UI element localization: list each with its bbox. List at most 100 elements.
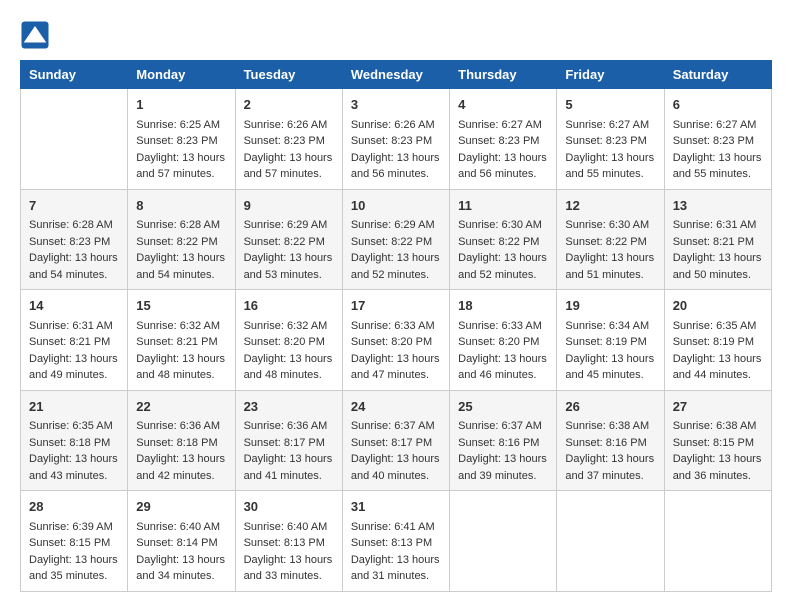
day-number: 20 bbox=[673, 296, 763, 316]
day-info: Sunset: 8:21 PM bbox=[673, 234, 763, 251]
calendar-cell: 27Sunrise: 6:38 AMSunset: 8:15 PMDayligh… bbox=[664, 390, 771, 491]
day-info: Sunset: 8:23 PM bbox=[244, 133, 334, 150]
day-info: Sunset: 8:22 PM bbox=[458, 234, 548, 251]
week-row-3: 14Sunrise: 6:31 AMSunset: 8:21 PMDayligh… bbox=[21, 290, 772, 391]
day-info: Sunrise: 6:31 AM bbox=[29, 318, 119, 335]
day-info: and 45 minutes. bbox=[565, 367, 655, 384]
day-info: and 31 minutes. bbox=[351, 568, 441, 585]
day-info: Sunrise: 6:29 AM bbox=[351, 217, 441, 234]
day-number: 27 bbox=[673, 397, 763, 417]
calendar-cell: 2Sunrise: 6:26 AMSunset: 8:23 PMDaylight… bbox=[235, 89, 342, 190]
header-cell-tuesday: Tuesday bbox=[235, 61, 342, 89]
calendar-cell: 16Sunrise: 6:32 AMSunset: 8:20 PMDayligh… bbox=[235, 290, 342, 391]
logo bbox=[20, 20, 54, 50]
calendar-cell: 12Sunrise: 6:30 AMSunset: 8:22 PMDayligh… bbox=[557, 189, 664, 290]
day-info: Sunset: 8:20 PM bbox=[351, 334, 441, 351]
calendar-cell: 20Sunrise: 6:35 AMSunset: 8:19 PMDayligh… bbox=[664, 290, 771, 391]
day-number: 29 bbox=[136, 497, 226, 517]
day-info: Sunrise: 6:28 AM bbox=[136, 217, 226, 234]
day-info: Sunset: 8:14 PM bbox=[136, 535, 226, 552]
day-info: Daylight: 13 hours bbox=[136, 351, 226, 368]
day-info: Daylight: 13 hours bbox=[244, 451, 334, 468]
day-number: 14 bbox=[29, 296, 119, 316]
calendar-cell: 9Sunrise: 6:29 AMSunset: 8:22 PMDaylight… bbox=[235, 189, 342, 290]
day-info: Sunset: 8:22 PM bbox=[351, 234, 441, 251]
day-info: and 53 minutes. bbox=[244, 267, 334, 284]
day-info: Sunset: 8:17 PM bbox=[351, 435, 441, 452]
calendar-cell: 26Sunrise: 6:38 AMSunset: 8:16 PMDayligh… bbox=[557, 390, 664, 491]
calendar-cell: 14 Sunrise: 6:31 AMSunset: 8:21 PMDayligh… bbox=[21, 290, 128, 391]
day-info: Sunrise: 6:40 AM bbox=[244, 519, 334, 536]
day-info: Sunset: 8:23 PM bbox=[136, 133, 226, 150]
day-info: and 48 minutes. bbox=[136, 367, 226, 384]
day-info: Sunrise: 6:36 AM bbox=[244, 418, 334, 435]
header-cell-friday: Friday bbox=[557, 61, 664, 89]
day-info: Sunset: 8:23 PM bbox=[565, 133, 655, 150]
day-info: Daylight: 13 hours bbox=[673, 351, 763, 368]
day-info: and 42 minutes. bbox=[136, 468, 226, 485]
day-info: and 37 minutes. bbox=[565, 468, 655, 485]
header-cell-sunday: Sunday bbox=[21, 61, 128, 89]
day-info: Daylight: 13 hours bbox=[351, 451, 441, 468]
day-info: Sunrise: 6:32 AM bbox=[244, 318, 334, 335]
day-info: and 46 minutes. bbox=[458, 367, 548, 384]
day-number: 22 bbox=[136, 397, 226, 417]
day-number: 6 bbox=[673, 95, 763, 115]
day-number: 4 bbox=[458, 95, 548, 115]
day-info: Sunrise: 6:26 AM bbox=[351, 117, 441, 134]
day-info: Sunset: 8:23 PM bbox=[351, 133, 441, 150]
day-info: Daylight: 13 hours bbox=[458, 451, 548, 468]
day-info: Daylight: 13 hours bbox=[29, 552, 119, 569]
calendar-cell: 10Sunrise: 6:29 AMSunset: 8:22 PMDayligh… bbox=[342, 189, 449, 290]
day-info: Sunrise: 6:38 AM bbox=[673, 418, 763, 435]
day-info: and 33 minutes. bbox=[244, 568, 334, 585]
day-info: Sunrise: 6:26 AM bbox=[244, 117, 334, 134]
day-info: and 54 minutes. bbox=[136, 267, 226, 284]
day-number: 21 bbox=[29, 397, 119, 417]
day-info: Sunrise: 6:27 AM bbox=[565, 117, 655, 134]
day-info: Daylight: 13 hours bbox=[351, 250, 441, 267]
day-info: Daylight: 13 hours bbox=[458, 150, 548, 167]
calendar-cell: 17Sunrise: 6:33 AMSunset: 8:20 PMDayligh… bbox=[342, 290, 449, 391]
day-info: Sunset: 8:21 PM bbox=[136, 334, 226, 351]
day-info: Daylight: 13 hours bbox=[29, 351, 119, 368]
day-number: 17 bbox=[351, 296, 441, 316]
day-info: Daylight: 13 hours bbox=[458, 351, 548, 368]
calendar-cell: 28Sunrise: 6:39 AMSunset: 8:15 PMDayligh… bbox=[21, 491, 128, 592]
day-info: and 36 minutes. bbox=[673, 468, 763, 485]
week-row-5: 28Sunrise: 6:39 AMSunset: 8:15 PMDayligh… bbox=[21, 491, 772, 592]
day-info: Daylight: 13 hours bbox=[565, 351, 655, 368]
day-info: Sunrise: 6:30 AM bbox=[565, 217, 655, 234]
week-row-1: 1Sunrise: 6:25 AMSunset: 8:23 PMDaylight… bbox=[21, 89, 772, 190]
calendar-cell: 5Sunrise: 6:27 AMSunset: 8:23 PMDaylight… bbox=[557, 89, 664, 190]
calendar-cell: 7Sunrise: 6:28 AMSunset: 8:23 PMDaylight… bbox=[21, 189, 128, 290]
day-info: Sunrise: 6:37 AM bbox=[458, 418, 548, 435]
day-info: and 56 minutes. bbox=[458, 166, 548, 183]
day-info: Daylight: 13 hours bbox=[29, 451, 119, 468]
day-info: and 40 minutes. bbox=[351, 468, 441, 485]
calendar-cell: 18Sunrise: 6:33 AMSunset: 8:20 PMDayligh… bbox=[450, 290, 557, 391]
calendar-cell: 31Sunrise: 6:41 AMSunset: 8:13 PMDayligh… bbox=[342, 491, 449, 592]
day-info: Daylight: 13 hours bbox=[565, 250, 655, 267]
day-info: Sunrise: 6:28 AM bbox=[29, 217, 119, 234]
day-number: 18 bbox=[458, 296, 548, 316]
header-cell-monday: Monday bbox=[128, 61, 235, 89]
header bbox=[20, 20, 772, 50]
day-info: Daylight: 13 hours bbox=[244, 150, 334, 167]
day-info: Sunset: 8:18 PM bbox=[136, 435, 226, 452]
calendar-cell: 19Sunrise: 6:34 AMSunset: 8:19 PMDayligh… bbox=[557, 290, 664, 391]
calendar-cell: 24Sunrise: 6:37 AMSunset: 8:17 PMDayligh… bbox=[342, 390, 449, 491]
week-row-4: 21Sunrise: 6:35 AMSunset: 8:18 PMDayligh… bbox=[21, 390, 772, 491]
day-info: and 52 minutes. bbox=[351, 267, 441, 284]
calendar-cell bbox=[664, 491, 771, 592]
calendar-cell: 25Sunrise: 6:37 AMSunset: 8:16 PMDayligh… bbox=[450, 390, 557, 491]
day-info: and 47 minutes. bbox=[351, 367, 441, 384]
day-info: Daylight: 13 hours bbox=[458, 250, 548, 267]
day-info: Sunrise: 6:31 AM bbox=[673, 217, 763, 234]
day-number: 11 bbox=[458, 196, 548, 216]
day-info: Daylight: 13 hours bbox=[673, 150, 763, 167]
day-number: 23 bbox=[244, 397, 334, 417]
day-info: and 51 minutes. bbox=[565, 267, 655, 284]
day-info: Sunset: 8:21 PM bbox=[29, 334, 119, 351]
day-info: and 34 minutes. bbox=[136, 568, 226, 585]
